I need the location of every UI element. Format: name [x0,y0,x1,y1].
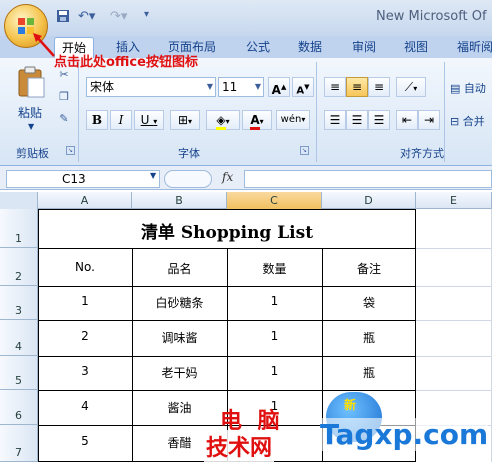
align-center-button[interactable]: ☰ [346,110,368,130]
redo-icon[interactable]: ↷▾ [110,9,136,24]
chevron-down-icon: ▼ [206,82,213,91]
font-size-value: 11 [222,80,238,94]
row-header-6[interactable]: 6 [0,390,38,425]
row-header-1[interactable]: 1 [0,209,38,248]
font-name-combo[interactable]: 宋体 ▼ [86,77,216,97]
column-header-d[interactable]: D [322,192,416,209]
italic-button[interactable]: I [110,110,132,130]
row-header-5[interactable]: 5 [0,356,38,390]
merge-icon: ⊟ [450,115,460,128]
table-cell[interactable]: 瓶 [322,329,416,346]
align-left-button[interactable]: ☰ [324,110,346,130]
group-separator [316,62,317,162]
table-cell[interactable]: 2 [38,329,132,343]
format-painter-icon[interactable]: ✎ [56,112,72,128]
name-box[interactable]: C13 [6,170,160,188]
table-line [132,248,133,462]
paste-dropdown-icon[interactable]: ▼ [28,122,34,131]
watermark-site: Tagxp.com [320,418,489,451]
group-separator [444,62,445,162]
annotation-text: 点击此处office按钮图标 [54,55,198,70]
column-header-b[interactable]: B [132,192,227,209]
table-cell[interactable]: 4 [38,399,132,413]
column-header-a[interactable]: A [38,192,132,209]
paste-label[interactable]: 粘贴 [18,104,42,121]
tab-review[interactable]: 审阅 [344,37,384,58]
table-cell[interactable]: 5 [38,434,132,448]
watermark-bubble-text: 新 [344,398,357,412]
row-header-2[interactable]: 2 [0,248,38,286]
customize-quick-access-icon[interactable]: ▾ [144,9,158,23]
group-separator [78,62,79,162]
header-cell-name[interactable]: 品名 [132,260,227,277]
table-cell[interactable]: 1 [227,329,322,343]
table-cell[interactable]: 1 [227,294,322,308]
font-group-label: 字体 [178,147,200,160]
table-cell[interactable]: 瓶 [322,364,416,381]
underline-button[interactable]: U ▾ [134,110,164,130]
column-header-e[interactable]: E [416,192,492,209]
tab-view[interactable]: 视图 [396,37,436,58]
header-cell-no[interactable]: No. [38,260,132,274]
cut-icon[interactable]: ✂ [56,68,72,84]
table-cell[interactable]: 老干妈 [132,364,227,381]
select-all-corner[interactable] [0,192,38,209]
align-right-button[interactable]: ☰ [368,110,390,130]
clipboard-group-label: 剪贴板 [16,147,49,160]
table-cell[interactable]: 调味酱 [132,329,227,346]
alignment-group-label: 对齐方式 [400,147,444,160]
table-cell[interactable]: 酱油 [132,399,227,416]
table-cell[interactable]: 白砂糖条 [132,294,227,311]
undo-icon[interactable]: ↶▾ [78,9,104,24]
fill-color-button[interactable]: ◈▾ [206,110,240,130]
align-top-button[interactable]: ≡ [324,77,346,97]
watermark-text: 技术网 [204,430,275,462]
increase-indent-button[interactable]: ⇥ [418,110,440,130]
wrap-text-button[interactable]: ▤ 自动 [450,80,486,96]
copy-icon[interactable]: ❐ [56,90,72,106]
borders-button[interactable]: ⊞▾ [170,110,200,130]
chevron-down-icon: ▼ [254,82,261,91]
paste-icon[interactable] [16,66,46,98]
font-color-button[interactable]: A▾ [242,110,272,130]
header-cell-qty[interactable]: 数量 [227,260,322,277]
chevron-down-icon[interactable]: ▼ [150,171,156,180]
row-header-3[interactable]: 3 [0,286,38,320]
tab-data[interactable]: 数据 [290,37,330,58]
formula-input[interactable] [244,170,492,188]
window-title: New Microsoft Of [376,9,487,24]
sheet-title-cell[interactable]: 清单 Shopping List [38,218,416,243]
merge-center-button[interactable]: ⊟ 合并 [450,113,485,129]
bold-button[interactable]: B [86,110,108,130]
table-cell[interactable]: 1 [38,294,132,308]
font-launcher-icon[interactable]: ↘ [300,146,309,155]
tab-foxit[interactable]: 福昕阅 [450,37,492,58]
phonetic-button[interactable]: wén▾ [276,110,310,130]
header-cell-note[interactable]: 备注 [322,260,416,277]
tab-formulas[interactable]: 公式 [238,37,278,58]
orientation-button[interactable]: ⟋▾ [396,77,426,97]
formula-splitter[interactable] [164,170,212,188]
insert-function-icon[interactable]: fx [222,170,233,184]
table-cell[interactable]: 袋 [322,294,416,311]
shrink-font-button[interactable]: A▼ [292,77,314,97]
row-header-7[interactable]: 7 [0,425,38,462]
decrease-indent-button[interactable]: ⇤ [396,110,418,130]
table-cell[interactable]: 3 [38,364,132,378]
table-cell[interactable]: 1 [227,364,322,378]
align-middle-button[interactable]: ≡ [346,77,368,97]
grow-font-button[interactable]: A▲ [268,77,290,97]
align-bottom-button[interactable]: ≡ [368,77,390,97]
font-size-combo[interactable]: 11 ▼ [218,77,264,97]
clipboard-launcher-icon[interactable]: ↘ [66,146,75,155]
column-header-c[interactable]: C [227,192,322,209]
wrap-text-icon: ▤ [450,82,461,95]
save-icon[interactable] [56,9,70,23]
row-header-4[interactable]: 4 [0,320,38,356]
font-name-value: 宋体 [90,80,115,94]
